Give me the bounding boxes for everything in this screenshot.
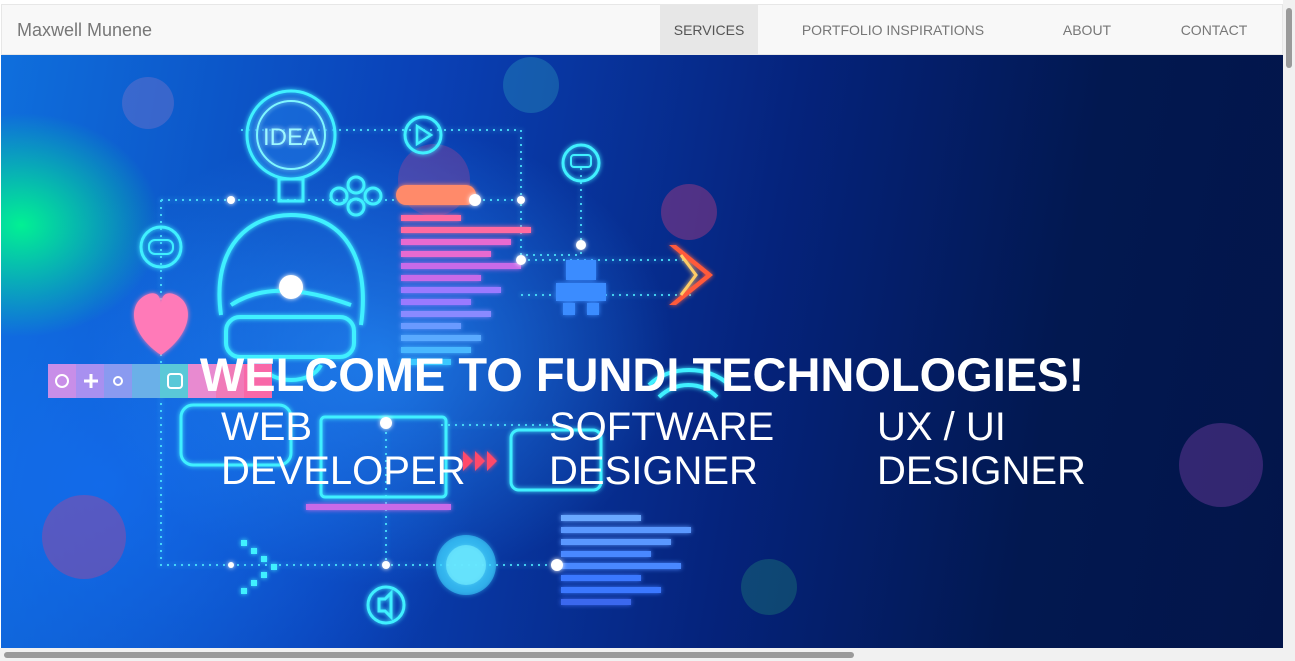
horizontal-scrollbar[interactable] <box>0 648 1295 661</box>
vertical-scrollbar[interactable] <box>1283 0 1295 661</box>
svg-text:IDEA: IDEA <box>263 124 319 151</box>
nav-item-about[interactable]: ABOUT <box>1028 5 1146 54</box>
nav-item-services[interactable]: SERVICES <box>660 5 758 54</box>
gamepad-icon <box>139 225 183 269</box>
bokeh-circle <box>503 57 559 113</box>
hero-title: WELCOME TO FUNDI TECHNOLOGIES! <box>199 348 1085 402</box>
role-software-designer: SOFTWARE DESIGNER <box>549 405 775 493</box>
heart-icon <box>134 293 188 355</box>
robot-icon <box>556 240 606 315</box>
bokeh-circle <box>741 559 797 615</box>
role-ux-ui-designer: UX / UI DESIGNER <box>877 405 1086 493</box>
pixel-ball-icon <box>436 535 496 595</box>
brand-link[interactable]: Maxwell Munene <box>17 20 152 41</box>
bokeh-circle <box>122 77 174 129</box>
hero-section: IDEA WELCOME TO FUNDI TECHNOLOGIES! WEB … <box>1 55 1283 648</box>
top-navbar: Maxwell Munene SERVICES PORTFOLIO INSPIR… <box>1 4 1283 55</box>
code-lines <box>561 515 691 605</box>
dpad-icon <box>329 175 383 217</box>
code-lines <box>396 185 531 365</box>
bokeh-circle <box>398 144 470 216</box>
bokeh-circle <box>661 184 717 240</box>
horizontal-scrollbar-thumb[interactable] <box>4 652 854 658</box>
role-web-developer: WEB DEVELOPER <box>221 405 466 493</box>
circuit-line <box>161 165 582 256</box>
lightbulb-icon: IDEA <box>245 89 337 203</box>
nav-item-portfolio-inspirations[interactable]: PORTFOLIO INSPIRATIONS <box>758 5 1028 54</box>
nav-item-contact[interactable]: CONTACT <box>1146 5 1282 54</box>
vertical-scrollbar-thumb[interactable] <box>1286 8 1292 68</box>
bokeh-circle <box>42 495 126 579</box>
bokeh-circle <box>1179 423 1263 507</box>
pixel-arrow-icon <box>241 540 277 594</box>
nav-links: SERVICES PORTFOLIO INSPIRATIONS ABOUT CO… <box>660 5 1282 54</box>
speaker-icon <box>366 585 406 625</box>
